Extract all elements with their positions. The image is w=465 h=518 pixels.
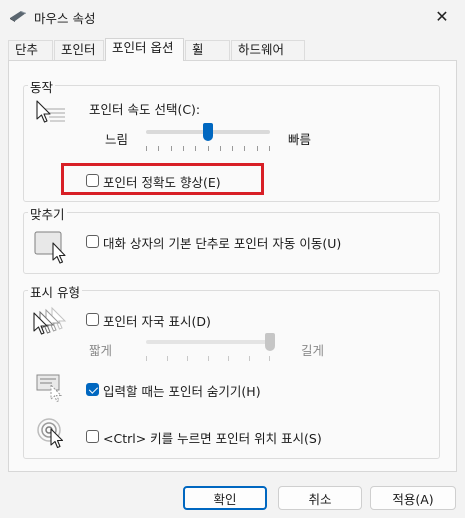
trails-slider-thumb[interactable] xyxy=(265,333,275,351)
show-location-icon xyxy=(37,418,64,449)
slider-tick xyxy=(232,146,234,151)
trails-long-label: 길게 xyxy=(301,343,325,358)
slider-tick xyxy=(146,356,147,361)
ok-button[interactable]: 확인 xyxy=(183,486,267,510)
trails-short-label: 짧게 xyxy=(89,343,113,358)
slider-tick xyxy=(170,146,172,151)
slider-tick xyxy=(269,356,270,361)
snap-label: 대화 상자의 기본 단추로 포인터 자동 이동(U) xyxy=(103,236,342,251)
window-title: 마우스 속성 xyxy=(34,11,96,26)
slider-tick xyxy=(219,146,221,151)
hide-while-typing-icon xyxy=(36,374,63,403)
slider-tick xyxy=(244,146,246,151)
pointer-trails-icon xyxy=(33,306,67,335)
slider-tick xyxy=(158,146,160,151)
show-location-label: <Ctrl> 키를 누르면 포인터 위치 표시(S) xyxy=(103,431,322,446)
tab-pointer-options[interactable]: 포인터 옵션 xyxy=(105,38,184,61)
speed-slider-thumb[interactable] xyxy=(203,123,213,141)
tab-buttons[interactable]: 단추 xyxy=(8,40,53,60)
slider-tick xyxy=(182,146,184,151)
snap-to-icon xyxy=(34,231,66,264)
close-button[interactable]: ✕ xyxy=(419,0,465,32)
trails-label: 포인터 자국 표시(D) xyxy=(103,314,211,329)
trails-slider-ticks xyxy=(146,356,270,362)
trails-slider-track[interactable] xyxy=(146,340,270,344)
slider-tick xyxy=(166,356,168,361)
snap-group-label: 맞추기 xyxy=(28,204,67,223)
trails-checkbox[interactable] xyxy=(86,313,99,326)
slider-tick xyxy=(269,146,270,151)
slider-tick xyxy=(195,146,197,151)
pointer-speed-icon xyxy=(36,100,65,123)
speed-slow-label: 느림 xyxy=(105,132,129,147)
tab-pointers[interactable]: 포인터 xyxy=(54,40,104,60)
speed-slider-ticks xyxy=(146,146,270,152)
title-bar: 마우스 속성 ✕ xyxy=(0,0,465,32)
slider-tick xyxy=(228,356,229,361)
speed-label: 포인터 속도 선택(C): xyxy=(89,102,201,117)
slider-tick xyxy=(256,146,258,151)
tab-hardware[interactable]: 하드웨어 xyxy=(231,40,305,60)
apply-button[interactable]: 적용(A) xyxy=(370,486,456,510)
close-icon: ✕ xyxy=(435,6,449,26)
hide-while-typing-label: 입력할 때는 포인터 숨기기(H) xyxy=(103,384,261,399)
slider-tick xyxy=(207,356,209,361)
cancel-button[interactable]: 취소 xyxy=(278,486,362,510)
tab-wheel[interactable]: 휠 xyxy=(185,40,230,60)
mouse-app-icon xyxy=(10,11,26,22)
motion-group-label: 동작 xyxy=(28,77,56,96)
slider-tick xyxy=(146,146,147,151)
hide-while-typing-checkbox[interactable] xyxy=(86,383,99,396)
visibility-group-label: 표시 유형 xyxy=(28,282,82,301)
highlight-annotation xyxy=(61,163,264,195)
speed-fast-label: 빠름 xyxy=(288,132,312,147)
slider-tick xyxy=(248,356,250,361)
snap-checkbox[interactable] xyxy=(86,235,99,248)
slider-tick xyxy=(207,146,209,151)
slider-tick xyxy=(187,356,188,361)
show-location-checkbox[interactable] xyxy=(86,430,99,443)
